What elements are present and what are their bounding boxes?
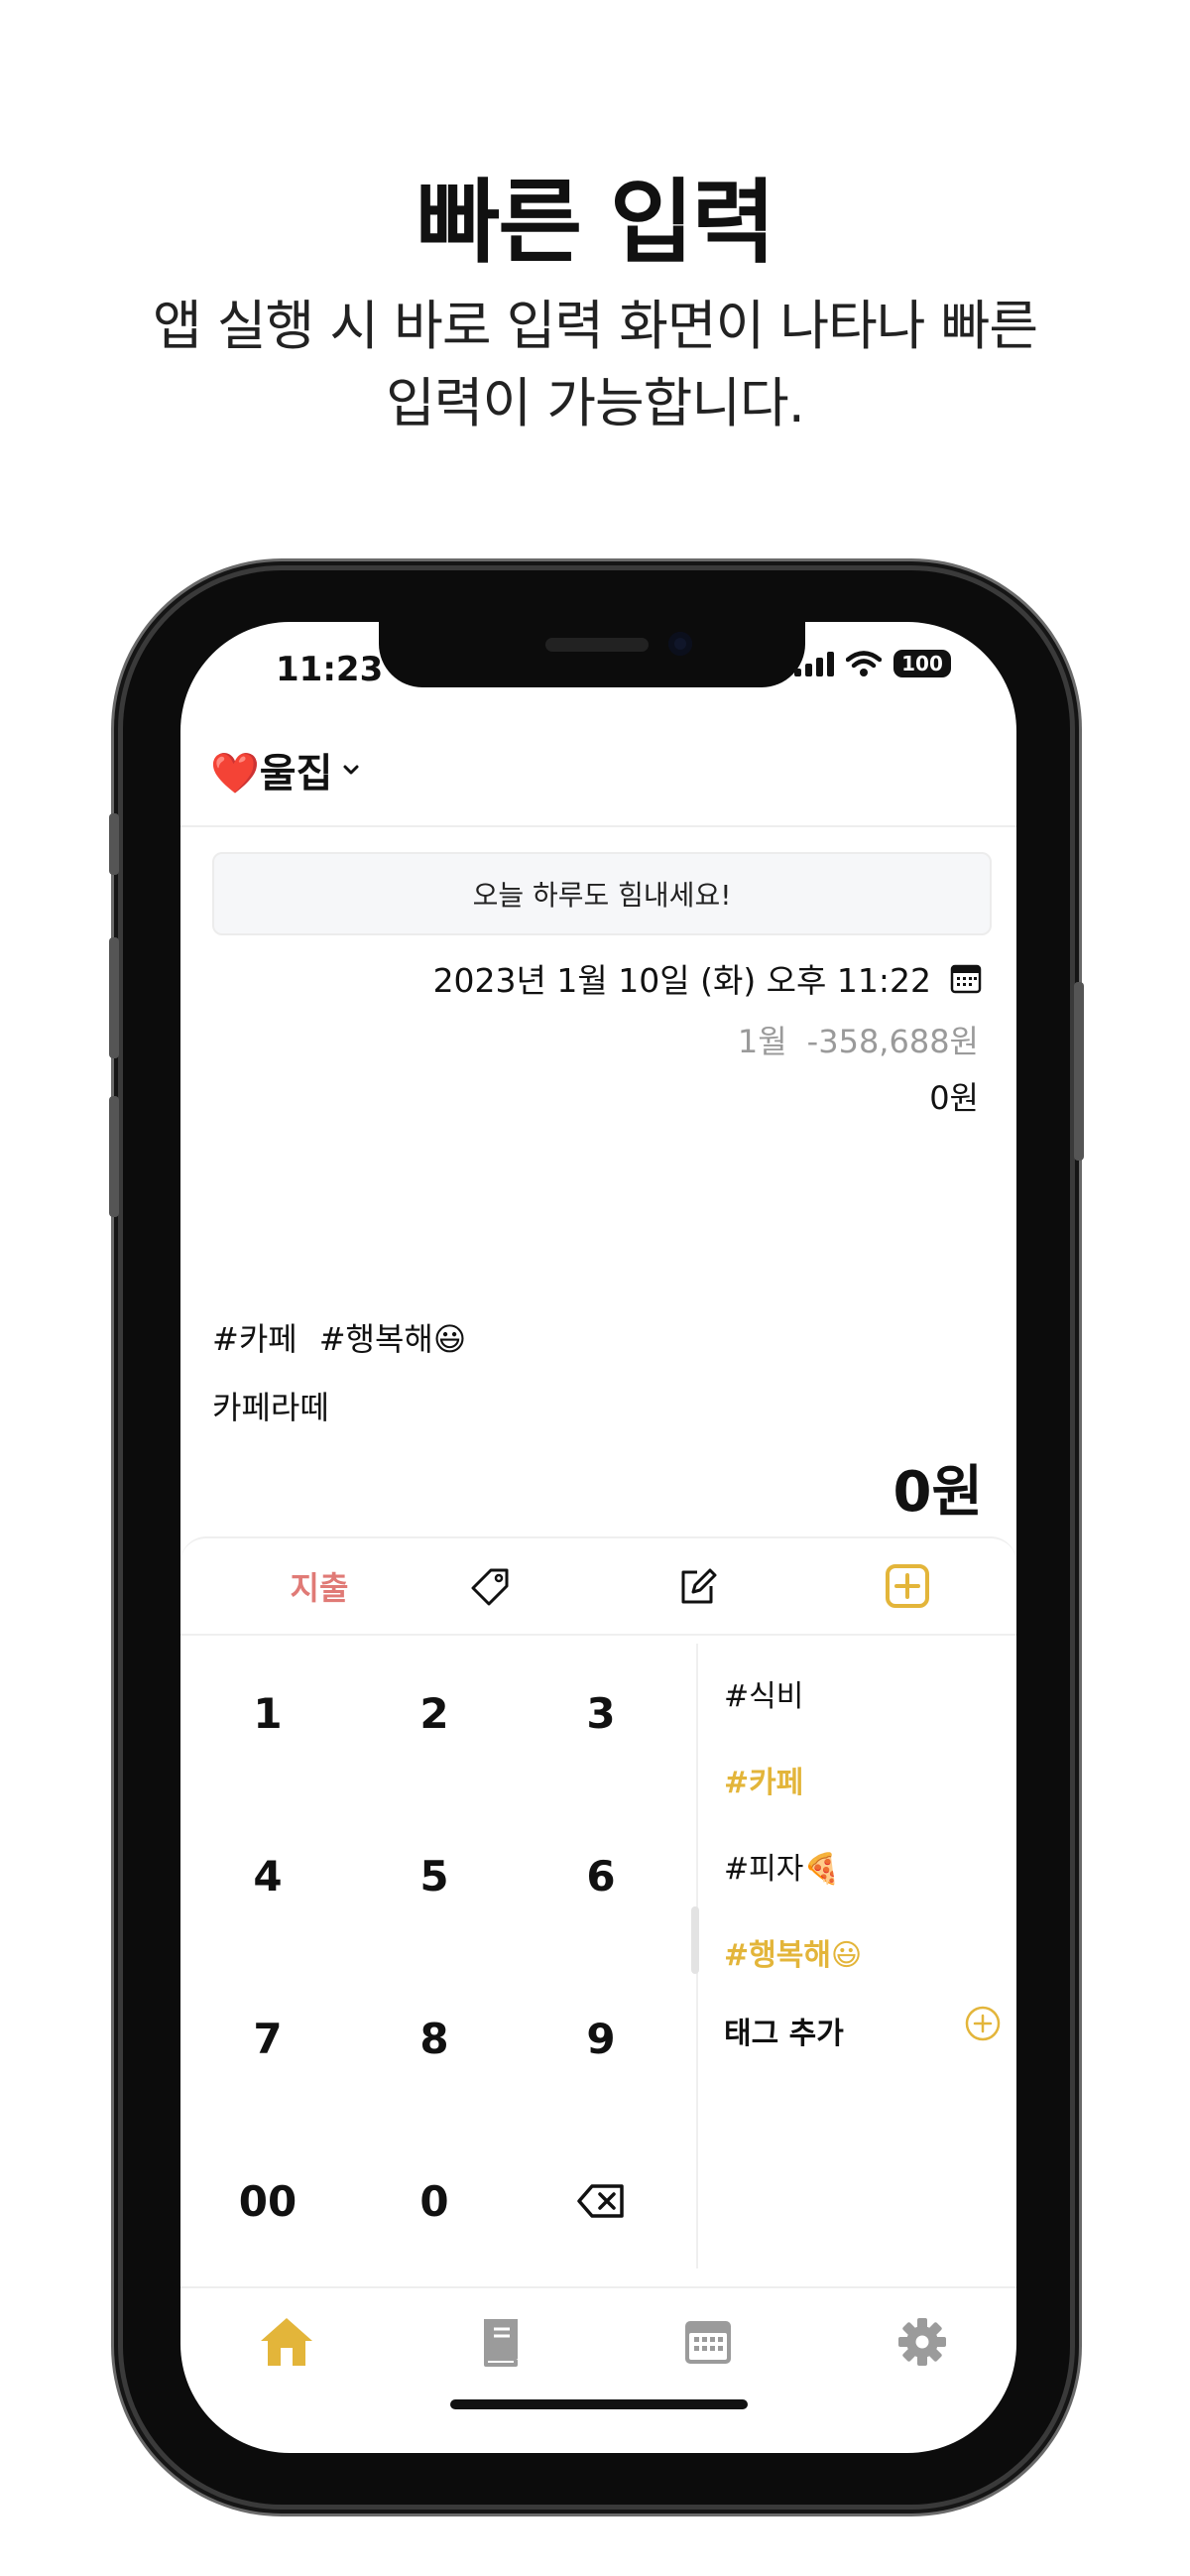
month-total: -358,688원	[806, 1023, 979, 1060]
entry-datetime: 2023년 1월 10일 (화) 오후 11:22	[432, 961, 931, 1000]
tag-button[interactable]	[446, 1538, 536, 1634]
key-5[interactable]: 5	[355, 1796, 514, 1955]
number-keypad: 1 2 3 4 5 6 7 8 9 00 0	[180, 1634, 696, 2288]
key-9[interactable]: 9	[522, 1959, 680, 2118]
power-button	[1074, 982, 1084, 1161]
backspace-key[interactable]	[522, 2122, 680, 2280]
key-3[interactable]: 3	[522, 1634, 680, 1792]
notch	[379, 622, 805, 687]
tab-home[interactable]	[255, 2310, 318, 2374]
promo-title: 빠른 입력	[416, 170, 776, 276]
selected-tags: #카페 #행복해😃	[212, 1314, 466, 1360]
key-8[interactable]: 8	[355, 1959, 514, 2118]
daily-message-banner: 오늘 하루도 힘내세요!	[212, 852, 992, 935]
mute-switch	[109, 813, 119, 875]
calendar-icon	[685, 2321, 731, 2364]
memo-text[interactable]: 카페라떼	[212, 1383, 329, 1428]
app-screen: 11:23 100 ❤️울집 오늘 하루도 힘내세요! 2023년 1월 10일…	[180, 622, 1016, 2453]
selected-tag: #카페	[212, 1320, 298, 1358]
tab-calendar[interactable]	[676, 2310, 740, 2374]
key-4[interactable]: 4	[188, 1796, 347, 1955]
chevron-down-icon	[343, 765, 359, 775]
home-indicator[interactable]	[450, 2399, 748, 2409]
book-name: ❤️울집	[210, 751, 333, 797]
add-tag-label[interactable]: 태그 추가	[724, 2009, 844, 2052]
volume-up-button	[109, 937, 119, 1058]
tag-item-0[interactable]: #식비	[724, 1671, 803, 1715]
key-1[interactable]: 1	[188, 1634, 347, 1792]
plus-square-icon	[886, 1564, 929, 1608]
tag-item-3[interactable]: #행복해😃	[724, 1930, 862, 1974]
key-2[interactable]: 2	[355, 1634, 514, 1792]
speaker	[545, 638, 649, 652]
book-icon	[484, 2319, 518, 2367]
tab-settings[interactable]	[891, 2310, 954, 2374]
month-summary: 1월 -358,688원	[738, 1017, 979, 1062]
key-0[interactable]: 0	[355, 2122, 514, 2280]
tag-panel-scrollbar[interactable]	[691, 1906, 699, 1974]
key-7[interactable]: 7	[188, 1959, 347, 2118]
header-divider	[180, 825, 1016, 827]
date-picker[interactable]: 2023년 1월 10일 (화) 오후 11:22	[433, 954, 983, 1002]
add-entry-button[interactable]	[863, 1538, 952, 1634]
key-6[interactable]: 6	[522, 1796, 680, 1955]
volume-down-button	[109, 1096, 119, 1217]
tag-icon	[471, 1568, 509, 1606]
gear-icon	[898, 2318, 946, 2366]
wifi-icon	[846, 651, 882, 676]
backspace-icon	[577, 2184, 624, 2218]
tag-item-2[interactable]: #피자🍕	[724, 1844, 841, 1888]
day-total: 0원	[929, 1079, 979, 1117]
status-time: 11:23	[276, 650, 384, 689]
amount-display: 0원	[892, 1460, 984, 1525]
expense-type-button[interactable]: 지출	[260, 1538, 379, 1634]
memo-button[interactable]	[653, 1538, 742, 1634]
month-label: 1월	[737, 1023, 787, 1060]
tab-bar	[180, 2286, 1016, 2453]
add-tag-button[interactable]	[964, 2005, 1002, 2046]
tag-item-1[interactable]: #카페	[724, 1758, 803, 1801]
entry-toolbar: 지출	[180, 1536, 1016, 1636]
tab-ledger[interactable]	[468, 2310, 532, 2374]
calendar-icon[interactable]	[949, 961, 983, 995]
plus-circle-icon	[965, 2006, 1001, 2041]
signal-icon	[794, 651, 834, 676]
phone-frame: 11:23 100 ❤️울집 오늘 하루도 힘내세요! 2023년 1월 10일…	[109, 570, 1084, 2505]
edit-icon	[681, 1568, 717, 1604]
selected-tag: #행복해😃	[318, 1320, 467, 1358]
home-icon	[261, 2318, 312, 2366]
camera	[668, 632, 692, 656]
promo-subtitle: 앱 실행 시 바로 입력 화면이 나타나 빠른 입력이 가능합니다.	[152, 295, 1038, 434]
battery-icon: 100	[893, 650, 951, 677]
key-00[interactable]: 00	[188, 2122, 347, 2280]
status-icons: 100	[794, 650, 951, 677]
book-selector[interactable]: ❤️울집	[210, 741, 362, 798]
